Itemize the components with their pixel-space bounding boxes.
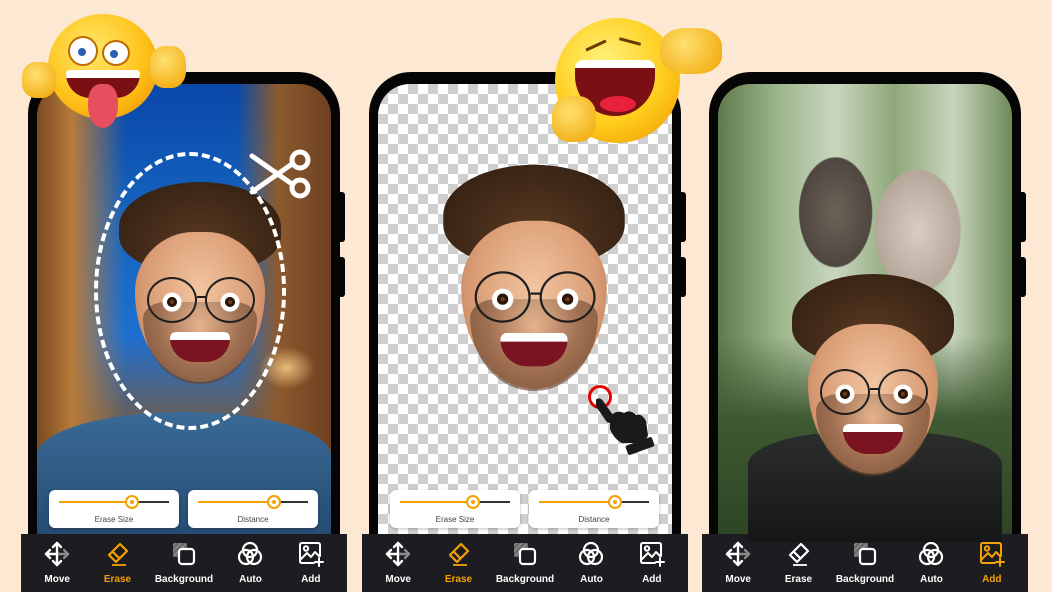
move-arrows-icon (44, 541, 70, 574)
tool-label: Erase (784, 574, 813, 585)
hand-pointer-icon (596, 398, 655, 455)
move-arrows-icon (725, 541, 751, 574)
photo-canvas-forest[interactable] (718, 84, 1012, 542)
eraser-icon (785, 541, 811, 574)
tool-add-button[interactable]: Add (969, 538, 1015, 588)
add-image-icon (639, 541, 665, 574)
auto-circles-icon (918, 541, 944, 574)
tool-background-button[interactable]: Background (496, 538, 554, 588)
tool-move-button[interactable]: Move (375, 538, 421, 588)
emoji-waving-hand (552, 96, 596, 142)
phone-side-button (339, 257, 345, 297)
bottom-toolbar: Move Erase Background Auto Add (21, 534, 347, 592)
tool-label: Erase (444, 574, 473, 585)
tool-auto-button[interactable]: Auto (568, 538, 614, 588)
background-layers-icon (852, 541, 878, 574)
tool-label: Auto (580, 574, 603, 585)
tool-label: Erase (103, 574, 132, 585)
tool-background-button[interactable]: Background (155, 538, 213, 588)
tool-label: Background (495, 574, 555, 585)
tool-label: Background (835, 574, 895, 585)
emoji-pointing-hand (660, 28, 722, 74)
tool-label: Auto (239, 574, 262, 585)
tool-label: Add (301, 574, 321, 585)
background-layers-icon (512, 541, 538, 574)
tool-label: Add (982, 574, 1002, 585)
tool-move-button[interactable]: Move (715, 538, 761, 588)
phone-side-button (339, 192, 345, 242)
pasted-face (792, 274, 954, 476)
erase-size-label: Erase Size (435, 515, 475, 524)
tool-move-button[interactable]: Move (34, 538, 80, 588)
bottom-toolbar: Move Erase Background Auto Add (362, 534, 688, 592)
erase-size-slider[interactable]: Erase Size (49, 490, 179, 528)
distance-label: Distance (237, 515, 269, 524)
tool-background-button[interactable]: Background (836, 538, 894, 588)
phone-mockup-composite (709, 72, 1026, 542)
auto-circles-icon (237, 541, 263, 574)
tool-add-button[interactable]: Add (629, 538, 675, 588)
distance-label: Distance (578, 515, 610, 524)
emoji-hand-left (22, 62, 56, 98)
move-arrows-icon (385, 541, 411, 574)
tool-label: Auto (920, 574, 943, 585)
tool-label: Add (642, 574, 662, 585)
tool-erase-button[interactable]: Erase (94, 538, 140, 588)
tool-label: Move (44, 574, 70, 585)
phone-side-button (680, 257, 686, 297)
tool-add-button[interactable]: Add (288, 538, 334, 588)
cutout-face (443, 164, 625, 392)
phone-side-button (680, 192, 686, 242)
distance-slider[interactable]: Distance (529, 490, 659, 528)
auto-circles-icon (578, 541, 604, 574)
add-image-icon (298, 541, 324, 574)
eraser-icon (445, 541, 471, 574)
erase-size-slider[interactable]: Erase Size (390, 490, 520, 528)
eraser-icon (104, 541, 130, 574)
transparent-canvas[interactable]: Erase Size Distance (378, 84, 672, 542)
tool-label: Move (725, 574, 751, 585)
phone-mockup-erase: Erase Size Distance (369, 72, 686, 542)
tool-erase-button[interactable]: Erase (435, 538, 481, 588)
scissors-icon (249, 149, 311, 199)
tool-label: Move (385, 574, 411, 585)
distance-slider[interactable]: Distance (188, 490, 318, 528)
tongue-out-emoji (48, 14, 158, 128)
tool-auto-button[interactable]: Auto (227, 538, 273, 588)
phone-side-button (1020, 257, 1026, 297)
emoji-hand-right (150, 46, 186, 88)
erase-size-label: Erase Size (94, 515, 134, 524)
tool-erase-button[interactable]: Erase (775, 538, 821, 588)
bottom-toolbar: Move Erase Background Auto Add (702, 534, 1028, 592)
background-layers-icon (171, 541, 197, 574)
tool-label: Background (154, 574, 214, 585)
phone-side-button (1020, 192, 1026, 242)
add-image-icon (979, 541, 1005, 574)
tool-auto-button[interactable]: Auto (908, 538, 954, 588)
